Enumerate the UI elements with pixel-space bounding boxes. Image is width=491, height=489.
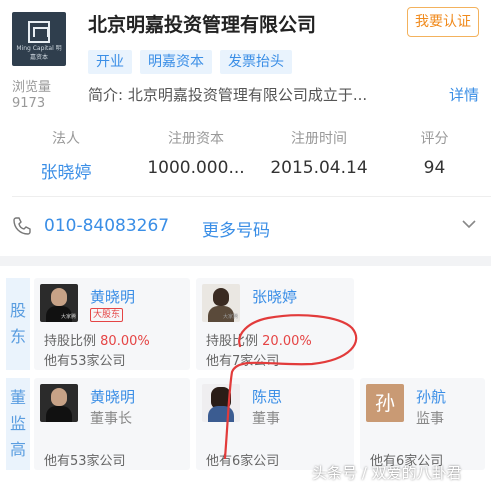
views-label: 浏览量 <box>12 80 52 95</box>
director-name[interactable]: 孙航 <box>416 386 446 407</box>
capital-label: 注册资本 <box>168 131 224 147</box>
tag-status[interactable]: 开业 <box>88 50 132 74</box>
avatar-watermark: 大家腾 <box>60 314 76 320</box>
tag-list: 开业 明嘉资本 发票抬头 <box>88 50 292 74</box>
section-char: 监 <box>9 414 26 433</box>
tag-brand[interactable]: 明嘉资本 <box>140 50 212 74</box>
director-role: 董事长 <box>90 411 132 427</box>
section-char: 股 <box>9 301 26 320</box>
other-companies: 他有53家公司 <box>44 354 126 369</box>
phone-icon[interactable] <box>12 216 32 236</box>
score-value: 94 <box>423 158 446 178</box>
legal-person-label: 法人 <box>52 131 80 147</box>
section-char: 东 <box>9 327 26 346</box>
reg-time-value: 2015.04.14 <box>270 158 368 178</box>
shareholder-name[interactable]: 张晓婷 <box>252 286 297 307</box>
score-label: 评分 <box>420 131 449 147</box>
share-ratio: 持股比例 20.00% <box>206 330 312 349</box>
reg-time-cell: 注册时间 2015.04.14 <box>260 124 378 183</box>
chevron-down-icon[interactable] <box>461 218 477 230</box>
tag-invoice[interactable]: 发票抬头 <box>220 50 292 74</box>
reg-time-label: 注册时间 <box>291 131 347 147</box>
major-shareholder-badge: 大股东 <box>90 308 124 322</box>
share-pct: 80.00% <box>100 334 150 349</box>
share-label: 持股比例 <box>44 334 97 349</box>
views-count: 9173 <box>12 96 46 111</box>
avatar <box>40 384 78 422</box>
director-role: 董事 <box>252 411 280 427</box>
shareholder-name[interactable]: 黄晓明 <box>90 286 135 307</box>
watermark: 头条号 / 双爱的八卦君 <box>312 464 462 482</box>
director-card[interactable]: 黄晓明 董事长 他有53家公司 <box>34 378 190 470</box>
shareholder-card[interactable]: 大家腾 张晓婷 持股比例 20.00% 他有7家公司 <box>196 278 354 370</box>
share-label: 持股比例 <box>206 334 259 349</box>
director-card[interactable]: 陈思 董事 他有6家公司 <box>196 378 354 470</box>
more-numbers-link[interactable]: 更多号码 <box>202 216 270 241</box>
section-char: 高 <box>9 440 26 459</box>
director-card[interactable]: 孙 孙航 监事 他有6家公司 <box>360 378 485 470</box>
company-info-grid: 法人 张晓婷 注册资本 1000.000... 注册时间 2015.04.14 … <box>0 124 491 183</box>
directors-section-label: 董 监 高 <box>6 378 30 470</box>
other-companies: 他有6家公司 <box>206 454 280 469</box>
detail-link[interactable]: 详情 <box>449 84 479 105</box>
avatar: 大家腾 <box>40 284 78 322</box>
capital-value: 1000.000... <box>147 158 245 178</box>
legal-person-cell: 法人 张晓婷 <box>0 124 132 183</box>
section-gap <box>0 256 491 266</box>
divider <box>12 196 491 197</box>
capital-cell: 注册资本 1000.000... <box>132 124 260 183</box>
score-cell: 评分 94 <box>378 124 491 183</box>
logo-text: Ming Capital 明嘉资本 <box>16 45 62 61</box>
director-name[interactable]: 陈思 <box>252 386 282 407</box>
company-intro: 简介: 北京明嘉投资管理有限公司成立于... <box>88 86 368 104</box>
section-char: 董 <box>9 388 26 407</box>
other-companies: 他有53家公司 <box>44 454 126 469</box>
company-name: 北京明嘉投资管理有限公司 <box>88 14 317 36</box>
avatar: 大家腾 <box>202 284 240 322</box>
avatar-watermark: 大家腾 <box>222 314 238 320</box>
avatar <box>202 384 240 422</box>
phone-number-link[interactable]: 010-84083267 <box>44 216 169 236</box>
other-companies: 他有7家公司 <box>206 354 280 369</box>
share-pct: 20.00% <box>262 334 312 349</box>
share-ratio: 持股比例 80.00% <box>44 330 150 349</box>
shareholders-section-label: 股 东 <box>6 278 30 370</box>
director-role: 监事 <box>416 411 444 427</box>
legal-person-link[interactable]: 张晓婷 <box>0 158 132 183</box>
director-name[interactable]: 黄晓明 <box>90 386 135 407</box>
verify-button[interactable]: 我要认证 <box>407 7 479 37</box>
company-logo: Ming Capital 明嘉资本 <box>12 12 66 66</box>
avatar: 孙 <box>366 384 404 422</box>
shareholder-card[interactable]: 大家腾 黄晓明 大股东 持股比例 80.00% 他有53家公司 <box>34 278 190 370</box>
